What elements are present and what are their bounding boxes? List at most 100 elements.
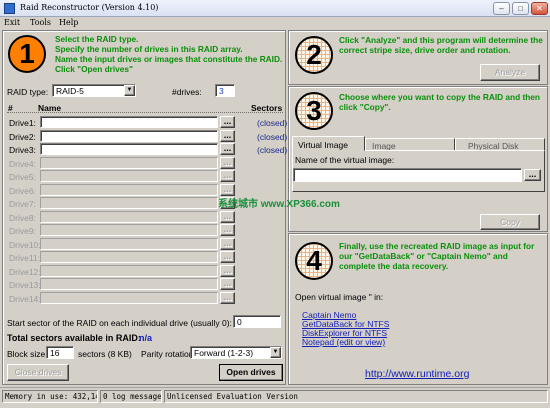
status-memory: Memory in use: 432,144 xyxy=(2,390,98,403)
tab-content: Name of the virtual image: ... xyxy=(292,150,545,192)
open-drives-button[interactable]: Open drives xyxy=(219,364,283,381)
drives-count-input[interactable]: 3 xyxy=(215,84,235,97)
drive-name-input[interactable] xyxy=(40,211,218,223)
virtual-image-label: Name of the virtual image: xyxy=(295,155,395,165)
tab-virtual-image[interactable]: Virtual Image xyxy=(292,136,365,151)
drive-status: (closed) xyxy=(257,118,288,128)
total-sectors-label: Total sectors available in RAID: xyxy=(7,333,141,343)
drive-label: Drive9: xyxy=(9,226,36,236)
virtual-image-browse-button[interactable]: ... xyxy=(524,169,541,181)
menu-help[interactable]: Help xyxy=(59,18,78,27)
step4-number: 4 xyxy=(295,242,333,280)
drive-browse-button[interactable]: ... xyxy=(220,278,235,290)
virtual-image-input[interactable] xyxy=(293,168,522,182)
maximize-button[interactable]: □ xyxy=(512,2,529,15)
drive-browse-button[interactable]: ... xyxy=(220,116,235,128)
open-virtual-image-label: Open virtual image " in: xyxy=(295,292,384,302)
drive-status: (closed) xyxy=(257,132,288,142)
drive-label: Drive13: xyxy=(9,280,41,290)
drive-label: Drive8: xyxy=(9,213,36,223)
drive-label: Drive6: xyxy=(9,186,36,196)
title-bar: Raid Reconstructor (Version 4.10) – □ ✕ xyxy=(0,0,550,17)
minimize-button[interactable]: – xyxy=(493,2,510,15)
step4-panel: 4 Finally, use the recreated RAID image … xyxy=(288,233,548,385)
step4-instructions: Finally, use the recreated RAID image as… xyxy=(339,241,535,271)
parity-rotation-value: Forward (1-2-3) xyxy=(194,348,254,358)
drive-browse-button[interactable]: ... xyxy=(220,224,235,236)
status-bar: Memory in use: 432,144 0 log messages Un… xyxy=(0,387,550,408)
parity-rotation-label: Parity rotation: xyxy=(141,349,196,359)
step3-instructions: Choose where you want to copy the RAID a… xyxy=(339,92,540,112)
drive-label: Drive7: xyxy=(9,199,36,209)
drive-status: (closed) xyxy=(257,145,288,155)
drives-count-value: 3 xyxy=(219,86,224,96)
raid-type-label: RAID type: xyxy=(7,87,49,97)
step2-number: 2 xyxy=(295,36,333,74)
copy-button[interactable]: Copy xyxy=(480,214,540,230)
block-size-input[interactable]: 16 xyxy=(46,346,74,359)
drive-name-input[interactable] xyxy=(40,238,218,250)
analyze-button[interactable]: Analyze xyxy=(480,64,540,81)
drive-browse-button[interactable]: ... xyxy=(220,211,235,223)
parity-rotation-select[interactable]: Forward (1-2-3) ▼ xyxy=(190,346,282,359)
step1-line: Select the RAID type. xyxy=(55,34,139,44)
drive-browse-button[interactable]: ... xyxy=(220,251,235,263)
step2-instructions: Click "Analyze" and this program will de… xyxy=(339,35,543,55)
start-sector-input[interactable]: 0 xyxy=(233,315,281,328)
step2-panel: 2 Click "Analyze" and this program will … xyxy=(288,30,548,85)
raid-type-select[interactable]: RAID-5 ▼ xyxy=(52,84,136,97)
header-divider xyxy=(7,112,283,113)
drive-browse-button[interactable]: ... xyxy=(220,292,235,304)
start-sector-label: Start sector of the RAID on each individ… xyxy=(7,318,232,328)
drive-label: Drive2: xyxy=(9,132,36,142)
drive-name-input[interactable] xyxy=(40,265,218,277)
menu-exit[interactable]: Exit xyxy=(4,18,20,27)
step3-panel: 3 Choose where you want to copy the RAID… xyxy=(288,86,548,232)
step1-instructions: Select the RAID type. Specify the number… xyxy=(55,34,285,74)
start-sector-value: 0 xyxy=(237,317,242,327)
drive-browse-button[interactable]: ... xyxy=(220,170,235,182)
drive-browse-button[interactable]: ... xyxy=(220,265,235,277)
drive-label: Drive12: xyxy=(9,267,41,277)
total-sectors-value: n/a xyxy=(139,333,153,343)
drive-name-input[interactable] xyxy=(40,116,218,128)
drive-name-input[interactable] xyxy=(40,143,218,155)
drive-name-input[interactable] xyxy=(40,292,218,304)
drive-name-input[interactable] xyxy=(40,157,218,169)
close-drives-button[interactable]: Close drives xyxy=(7,364,69,381)
step1-number: 1 xyxy=(8,35,46,73)
drive-name-input[interactable] xyxy=(40,278,218,290)
drive-name-input[interactable] xyxy=(40,224,218,236)
tab-label: Virtual Image xyxy=(298,140,348,150)
menu-tools[interactable]: Tools xyxy=(30,18,51,27)
drives-count-label: #drives: xyxy=(172,87,202,97)
close-button[interactable]: ✕ xyxy=(531,2,548,15)
drive-label: Drive3: xyxy=(9,145,36,155)
drive-browse-button[interactable]: ... xyxy=(220,238,235,250)
drive-name-input[interactable] xyxy=(40,197,218,209)
drive-name-input[interactable] xyxy=(40,184,218,196)
block-size-label: Block size: xyxy=(7,349,48,359)
step1-line: Name the input drives or images that con… xyxy=(55,54,283,64)
drive-label: Drive14: xyxy=(9,294,41,304)
block-size-unit: sectors (8 KB) xyxy=(78,349,132,359)
drive-label: Drive4: xyxy=(9,159,36,169)
drive-name-input[interactable] xyxy=(40,170,218,182)
drive-browse-button[interactable]: ... xyxy=(220,130,235,142)
drive-name-input[interactable] xyxy=(40,251,218,263)
drive-browse-button[interactable]: ... xyxy=(220,143,235,155)
drive-label: Drive1: xyxy=(9,118,36,128)
status-license: Unlicensed Evaluation Version xyxy=(164,390,548,403)
link-notepad[interactable]: Notepad (edit or view) xyxy=(302,337,385,347)
runtime-url-link[interactable]: http://www.runtime.org xyxy=(365,368,469,380)
drive-label: Drive5: xyxy=(9,172,36,182)
step1-line: Click "Open drives" xyxy=(55,64,133,74)
drive-name-input[interactable] xyxy=(40,130,218,142)
watermark: 系统城市 www.XP366.com xyxy=(218,199,340,210)
block-size-value: 16 xyxy=(50,348,60,358)
drive-browse-button[interactable]: ... xyxy=(220,157,235,169)
raid-type-value: RAID-5 xyxy=(56,86,84,96)
chevron-down-icon[interactable]: ▼ xyxy=(124,85,135,96)
step3-number: 3 xyxy=(295,92,333,130)
chevron-down-icon[interactable]: ▼ xyxy=(270,347,281,358)
